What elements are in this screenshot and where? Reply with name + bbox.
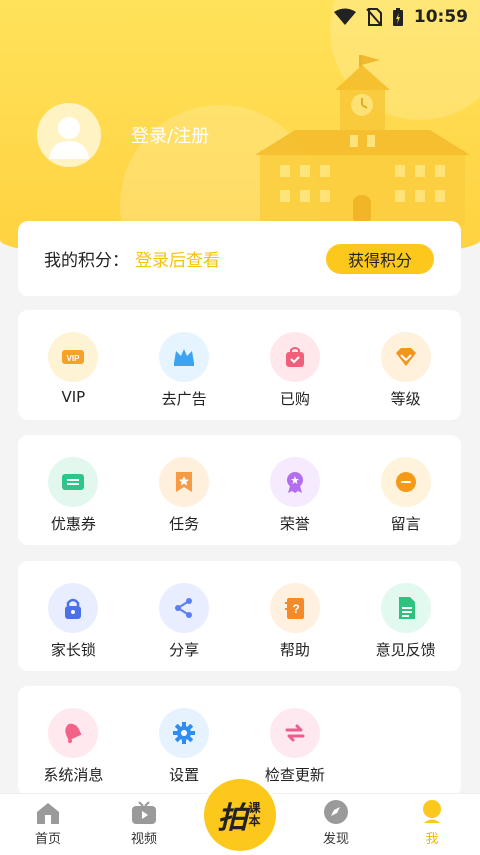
login-register-link[interactable]: 登录/注册 — [131, 122, 209, 148]
logo-small-text: 课本 — [248, 801, 261, 828]
bag-icon — [285, 347, 304, 367]
grid-item[interactable]: 留言 — [350, 435, 461, 545]
icon-circle: ? — [269, 583, 320, 633]
school-building-illustration — [255, 55, 470, 225]
icon-circle — [48, 457, 99, 507]
icon-circle — [48, 708, 99, 758]
svg-text:VIP: VIP — [67, 354, 81, 363]
grid-item[interactable]: 意见反馈 — [350, 561, 461, 671]
grid-item-label: 设置 — [169, 766, 200, 784]
refresh-arrows-icon — [285, 724, 305, 742]
profile-icon — [423, 800, 441, 823]
tab-label: 我 — [425, 832, 439, 847]
grid-item[interactable]: 荣誉 — [240, 435, 351, 545]
tab-home[interactable]: 首页 — [0, 794, 96, 855]
grid-item-label: 优惠券 — [50, 515, 96, 533]
grid-item[interactable]: 分享 — [129, 561, 240, 671]
center-capture-button[interactable]: 拍 课本 — [204, 779, 276, 851]
medal-icon — [286, 472, 303, 493]
tab-video[interactable]: 视频 — [96, 794, 192, 855]
icon-circle — [269, 708, 320, 758]
grid-item-label: 意见反馈 — [375, 641, 436, 659]
tab-label: 发现 — [322, 832, 349, 847]
battery-charging-icon — [392, 8, 403, 26]
icon-circle — [48, 583, 99, 633]
icon-circle — [380, 457, 431, 507]
lock-icon — [65, 598, 82, 619]
avatar[interactable] — [37, 103, 101, 167]
grid-item-label: 分享 — [169, 641, 200, 659]
grid-item-label: 任务 — [169, 515, 200, 533]
points-value[interactable]: 登录后查看 — [135, 246, 220, 271]
help-book-icon: ? — [284, 598, 304, 619]
grid-item-label: 家长锁 — [50, 641, 96, 659]
grid-item-label: 留言 — [390, 515, 421, 533]
grid-item-label: 去广告 — [161, 390, 207, 408]
grid-item[interactable]: 检查更新 — [240, 686, 351, 796]
grid-item[interactable]: ? 帮助 — [240, 561, 351, 671]
grid-card-2: 优惠券 任务 荣誉 留言 — [18, 435, 461, 545]
grid-item-label: VIP — [61, 388, 86, 406]
points-label: 我的积分： — [44, 251, 129, 271]
icon-circle — [380, 332, 431, 382]
svg-text:?: ? — [292, 602, 299, 616]
icon-circle — [159, 708, 210, 758]
grid-item[interactable]: 已购 — [240, 310, 351, 420]
points-card: 我的积分： 登录后查看 获得积分 — [18, 221, 461, 296]
status-bar: 10:59 — [0, 0, 480, 34]
grid-item-label: 已购 — [279, 390, 310, 408]
icon-circle — [159, 583, 210, 633]
icon-circle — [159, 457, 210, 507]
grid-card-3: 家长锁 分享? 帮助 意见反馈 — [18, 561, 461, 671]
grid-item[interactable]: 系统消息 — [18, 686, 129, 796]
get-points-button[interactable]: 获得积分 — [326, 244, 434, 274]
coupon-icon — [62, 474, 85, 490]
wifi-icon — [333, 8, 356, 25]
grid-item[interactable]: 任务 — [129, 435, 240, 545]
grid-item[interactable]: 等级 — [350, 310, 461, 420]
icon-circle — [269, 332, 320, 382]
grid-item[interactable]: 设置 — [129, 686, 240, 796]
logo-big-text: 拍 — [217, 801, 248, 836]
tab-discover[interactable]: 发现 — [288, 794, 384, 855]
grid-item[interactable]: 优惠券 — [18, 435, 129, 545]
user-avatar-icon — [49, 117, 89, 159]
compass-icon — [324, 800, 348, 824]
tv-icon — [132, 801, 156, 824]
icon-circle — [380, 583, 431, 633]
home-icon — [37, 803, 59, 824]
status-time: 10:59 — [413, 7, 468, 27]
diamond-icon — [395, 348, 416, 366]
tab-label: 首页 — [34, 832, 61, 847]
icon-circle — [159, 332, 210, 382]
document-icon — [398, 597, 415, 619]
gear-icon — [173, 722, 196, 744]
grid-item-label: 等级 — [390, 390, 421, 408]
grid-item[interactable]: VIP VIP — [18, 310, 129, 420]
icon-circle: VIP — [48, 332, 99, 382]
no-sim-icon — [366, 8, 382, 26]
bell-icon — [65, 723, 82, 743]
crown-icon — [174, 349, 195, 366]
grid-item-label: 检查更新 — [264, 766, 325, 784]
grid-item-label: 系统消息 — [43, 766, 104, 784]
vip-icon: VIP — [62, 350, 85, 364]
grid-item[interactable]: 去广告 — [129, 310, 240, 420]
chat-icon — [395, 472, 416, 492]
tab-label: 视频 — [130, 832, 157, 847]
grid-item-label: 帮助 — [279, 641, 310, 659]
bookmark-star-icon — [176, 472, 193, 492]
grid-item[interactable]: 家长锁 — [18, 561, 129, 671]
tab-me[interactable]: 我 — [384, 794, 480, 855]
grid-item-label: 荣誉 — [279, 515, 310, 533]
share-icon — [175, 598, 193, 618]
icon-circle — [269, 457, 320, 507]
grid-card-1: VIP VIP 去广告 已购 等级 — [18, 310, 461, 420]
